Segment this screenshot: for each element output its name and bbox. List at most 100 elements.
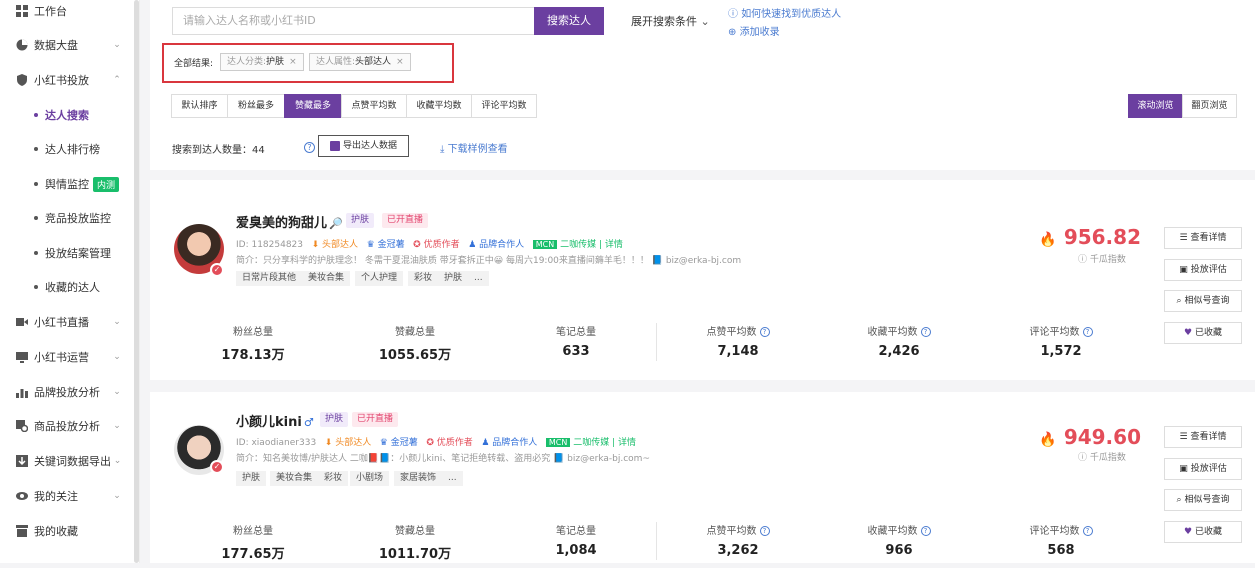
sidebar-sub-favorite-influencers[interactable]: 收藏的达人 [0, 272, 136, 302]
mcn-link[interactable]: 二咖传媒 | 详情 [573, 438, 636, 448]
view-details-button[interactable]: ☰ 查看详情 [1164, 426, 1242, 448]
stat-label: 赞藏总量 [395, 327, 435, 338]
close-icon[interactable]: × [289, 57, 297, 67]
sidebar-sub-campaign-management[interactable]: 投放结案管理 [0, 238, 136, 268]
sidebar-sub-label: 达人搜索 [45, 109, 89, 122]
similar-search-button[interactable]: ⌕ 相似号查询 [1164, 290, 1242, 312]
filter-tag-value: 头部达人 [355, 57, 392, 67]
sidebar-item-keyword-export[interactable]: 关键词数据导出 ⌄ [0, 446, 136, 476]
head-influencer-badge: ⬇ 头部达人 [324, 438, 372, 448]
chevron-down-icon: ⌄ [700, 15, 710, 28]
view-mode-toggle: 滚动浏览 翻页浏览 [1128, 94, 1237, 118]
sidebar-sub-influencer-search[interactable]: 达人搜索 [0, 100, 136, 130]
question-icon[interactable]: ? [759, 327, 770, 337]
question-icon[interactable]: ? [1082, 327, 1093, 337]
ad-evaluation-button[interactable]: ▣ 投放评估 [1164, 458, 1242, 480]
question-icon[interactable]: ? [1082, 526, 1093, 536]
content-tag: 美妆合集 [302, 271, 351, 286]
chevron-up-icon: ⌃ [113, 75, 121, 85]
filter-tag-key: 达人属性: [316, 57, 356, 67]
sidebar-item-dashboard[interactable]: 数据大盘 ⌄ [0, 30, 136, 60]
similar-search-label: 相似号查询 [1184, 296, 1230, 306]
export-icon [16, 455, 28, 467]
question-icon[interactable]: ? [304, 142, 315, 153]
ad-evaluation-button[interactable]: ▣ 投放评估 [1164, 259, 1242, 281]
bullet-dot [34, 147, 38, 151]
influencer-name[interactable]: 爱臭美的狗甜儿 🔎 [236, 212, 343, 231]
add-record-label: 添加收录 [739, 27, 780, 38]
category-tag: 护肤 [346, 213, 375, 228]
sort-tabs: 默认排序 粉丝最多 赞藏最多 点赞平均数 收藏平均数 评论平均数 [171, 94, 537, 118]
sort-tab-avg-favorites[interactable]: 收藏平均数 [406, 94, 472, 118]
stat-value: 1,084 [555, 543, 597, 558]
question-icon[interactable]: ? [920, 526, 931, 536]
sidebar-sub-ranking[interactable]: 达人排行榜 [0, 134, 136, 164]
favorited-button[interactable]: ♥ 已收藏 [1164, 521, 1242, 543]
expand-filters-toggle[interactable]: 展开搜索条件 ⌄ [631, 13, 710, 29]
score-label-text: 千瓜指数 [1089, 453, 1126, 463]
video-icon [16, 316, 28, 328]
sort-tab-avg-likes[interactable]: 点赞平均数 [341, 94, 407, 118]
list-icon: ☰ [1179, 233, 1188, 243]
sidebar-item-xhs-operations[interactable]: 小红书运营 ⌄ [0, 342, 136, 372]
close-icon[interactable]: × [396, 57, 404, 67]
search-icon: ⌕ [1176, 495, 1182, 505]
content-tag-more[interactable]: ... [468, 271, 489, 286]
mcn-link[interactable]: 二咖传媒 | 详情 [560, 240, 623, 250]
search-input[interactable]: 请输入达人名称或小红书ID [172, 7, 534, 35]
sidebar-item-my-follows[interactable]: 我的关注 ⌄ [0, 481, 136, 511]
view-paged-button[interactable]: 翻页浏览 [1182, 94, 1237, 118]
sidebar-item-workbench[interactable]: 工作台 [0, 0, 136, 26]
question-circle-icon[interactable]: ⓘ [1078, 453, 1087, 463]
download-sample-link[interactable]: ⤓ 下载样例查看 [440, 140, 508, 155]
question-icon[interactable]: ? [759, 526, 770, 536]
similar-search-button[interactable]: ⌕ 相似号查询 [1164, 489, 1242, 511]
stats-divider [656, 323, 657, 361]
filter-tag-category[interactable]: 达人分类:护肤 × [220, 53, 304, 71]
sidebar-item-brand-analysis[interactable]: 品牌投放分析 ⌄ [0, 377, 136, 407]
influencer-name[interactable]: 小颜儿kini ♂ [236, 411, 314, 430]
sort-tab-default[interactable]: 默认排序 [171, 94, 228, 118]
search-button[interactable]: 搜索达人 [534, 7, 604, 35]
help-link[interactable]: ⓘ 如何快速找到优质达人 [728, 5, 841, 20]
question-icon[interactable]: ? [920, 327, 931, 337]
sidebar-item-xhs-live[interactable]: 小红书直播 ⌄ [0, 307, 136, 337]
score-label-text: 千瓜指数 [1089, 255, 1126, 265]
mcn-badge: MCN [532, 240, 558, 249]
evaluation-icon: ▣ [1179, 464, 1188, 474]
stat-avg-favorites: 收藏平均数? 966 [834, 522, 964, 558]
bullet-dot [34, 182, 38, 186]
download-sample-label: 下载样例查看 [447, 144, 508, 155]
sidebar-sub-label: 竞品投放监控 [45, 212, 111, 225]
qiangua-score: 🔥 949.60 [1039, 425, 1141, 449]
favorited-button[interactable]: ♥ 已收藏 [1164, 322, 1242, 344]
sidebar-item-label: 工作台 [34, 5, 67, 18]
influencer-bio: 简介：知名美妆博/护肤达人 二咖📕📘：小颜儿kini、笔记拒绝转载、盗用必究 📘… [236, 454, 650, 464]
sidebar-item-my-favorites[interactable]: 我的收藏 [0, 516, 136, 546]
view-scroll-button[interactable]: 滚动浏览 [1128, 94, 1183, 118]
sidebar-item-xhs-ads[interactable]: 小红书投放 ⌃ [0, 65, 136, 95]
sidebar-sub-opinion-monitor[interactable]: 舆情监控 内测 [0, 169, 136, 199]
heart-icon: ♥ [1184, 328, 1193, 338]
add-record-link[interactable]: ⊕ 添加收录 [728, 23, 780, 38]
sidebar-sub-competitor-monitor[interactable]: 竞品投放监控 [0, 203, 136, 233]
view-details-button[interactable]: ☰ 查看详情 [1164, 227, 1242, 249]
sort-tab-likes[interactable]: 赞藏最多 [284, 94, 342, 118]
sort-tab-avg-comments[interactable]: 评论平均数 [471, 94, 537, 118]
stat-value: 966 [885, 543, 913, 558]
content-tag-more[interactable]: ... [442, 471, 463, 486]
export-button[interactable]: 导出达人数据 [318, 135, 409, 157]
head-influencer-badge: ⬇ 头部达人 [311, 240, 359, 250]
grid-icon [16, 5, 28, 17]
ad-evaluation-label: 投放评估 [1190, 464, 1227, 474]
influencer-id: ID: xiaodianer333 [236, 438, 317, 448]
influencer-id: ID: 118254823 [236, 240, 304, 250]
filter-tag-attribute[interactable]: 达人属性:头部达人 × [309, 53, 411, 71]
sort-tab-fans[interactable]: 粉丝最多 [227, 94, 285, 118]
sidebar-item-label: 商品投放分析 [34, 420, 100, 433]
question-circle-icon[interactable]: ⓘ [1078, 255, 1087, 265]
brand-partner-label: 品牌合作人 [492, 438, 538, 448]
sidebar-scrollbar[interactable] [134, 0, 139, 563]
favorited-label: 已收藏 [1194, 527, 1222, 537]
sidebar-item-product-analysis[interactable]: 商品投放分析 ⌄ [0, 411, 136, 441]
